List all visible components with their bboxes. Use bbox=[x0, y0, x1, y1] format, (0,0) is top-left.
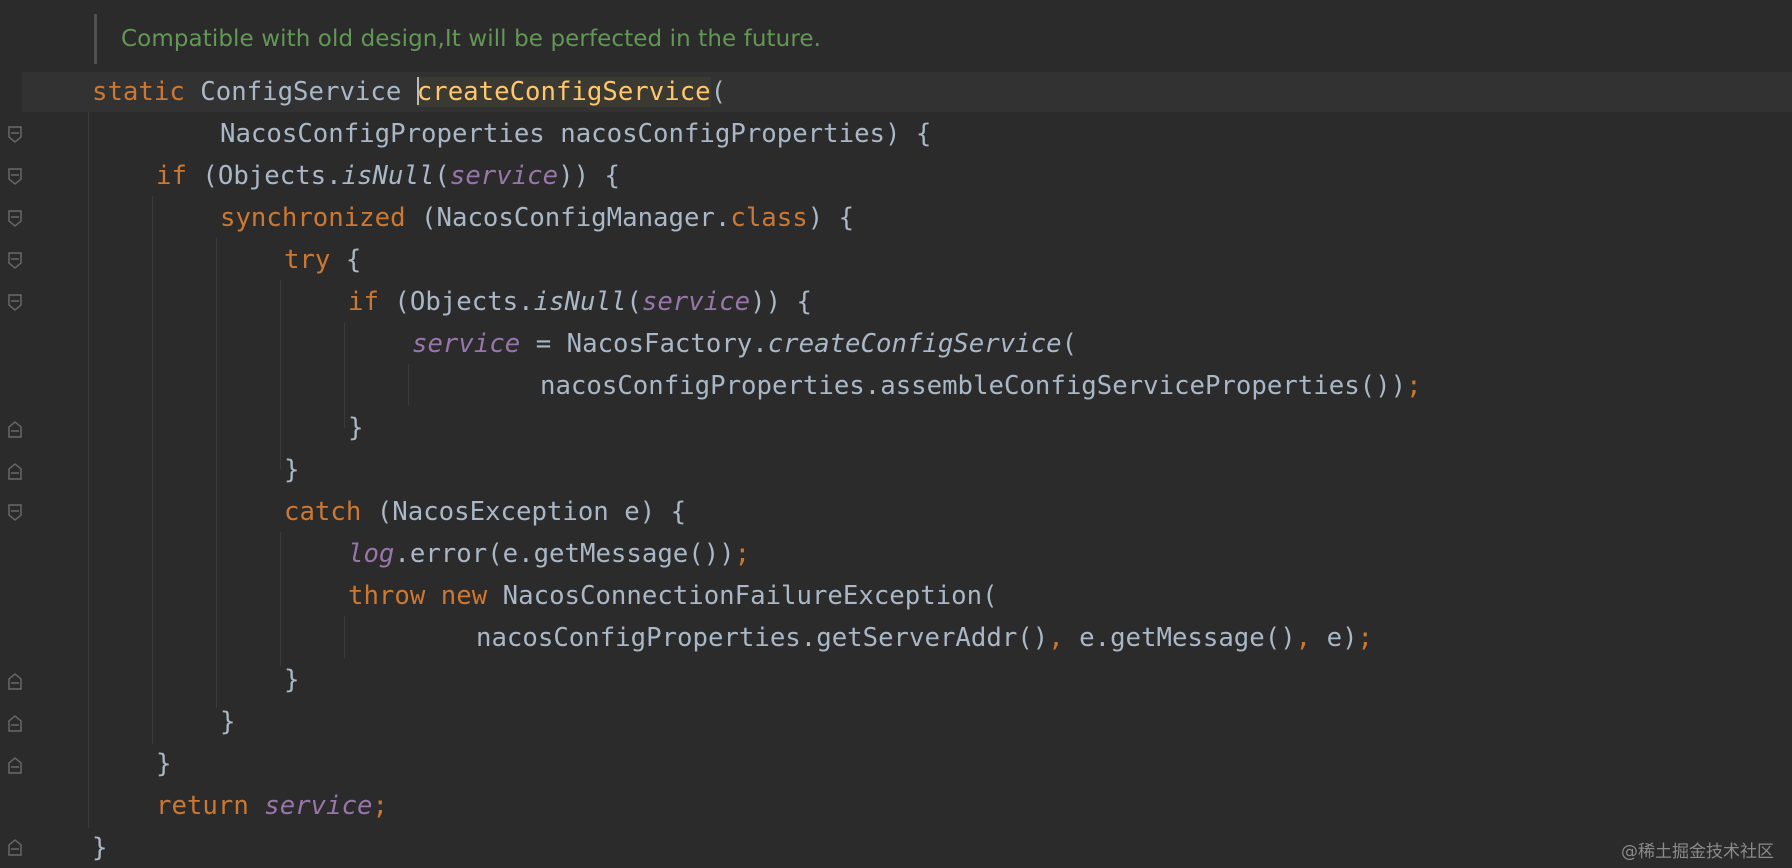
code-line[interactable]: } bbox=[156, 744, 171, 784]
fold-open-icon[interactable] bbox=[8, 210, 22, 228]
doc-comment: Compatible with old design,It will be pe… bbox=[94, 14, 821, 64]
code-line[interactable]: static ConfigService createConfigService… bbox=[92, 72, 726, 112]
code-line[interactable]: } bbox=[220, 702, 235, 742]
code-line[interactable]: if (Objects.isNull(service)) { bbox=[348, 282, 812, 322]
keyword: synchronized bbox=[220, 203, 406, 233]
code-text: ) { bbox=[807, 203, 855, 233]
code-text: nacosConfigProperties.getServerAddr() bbox=[476, 623, 1049, 653]
field-ref: service bbox=[641, 287, 751, 317]
code-text: (NacosException e) { bbox=[361, 497, 687, 527]
code-text: } bbox=[284, 455, 300, 485]
code-line[interactable]: try { bbox=[284, 240, 361, 280]
keyword: catch bbox=[284, 497, 362, 527]
code-line[interactable]: } bbox=[348, 408, 363, 448]
code-text: = NacosFactory. bbox=[520, 329, 768, 359]
semicolon: ; bbox=[1406, 371, 1422, 401]
watermark: @稀土掘金技术社区 bbox=[1621, 842, 1774, 862]
code-text: ( bbox=[1061, 329, 1078, 359]
keyword: throw bbox=[348, 581, 426, 611]
code-text: (NacosConfigManager. bbox=[405, 203, 731, 233]
code-text: ( bbox=[710, 77, 727, 107]
fold-open-icon[interactable] bbox=[8, 294, 22, 312]
static-method-call: createConfigService bbox=[767, 329, 1062, 359]
code-text: } bbox=[156, 749, 172, 779]
code-editor[interactable]: Compatible with old design,It will be pe… bbox=[0, 0, 1792, 868]
indent-guide bbox=[408, 364, 409, 406]
code-text: NacosConnectionFailureException( bbox=[487, 581, 998, 611]
code-text: ( bbox=[434, 161, 450, 191]
code-line[interactable]: NacosConfigProperties nacosConfigPropert… bbox=[220, 114, 931, 154]
code-text: { bbox=[330, 245, 362, 275]
semicolon: ; bbox=[1357, 623, 1374, 653]
code-line[interactable]: return service; bbox=[156, 786, 388, 826]
code-text: } bbox=[348, 413, 364, 443]
keyword: return bbox=[156, 791, 249, 821]
fold-open-icon[interactable] bbox=[8, 252, 22, 270]
fold-open-icon[interactable] bbox=[8, 168, 22, 186]
code-line[interactable]: nacosConfigProperties.assembleConfigServ… bbox=[540, 366, 1422, 406]
fold-close-icon[interactable] bbox=[8, 714, 22, 732]
fold-open-icon[interactable] bbox=[8, 126, 22, 144]
code-line[interactable]: } bbox=[284, 660, 299, 700]
comma: , bbox=[1295, 623, 1312, 653]
code-text: (Objects. bbox=[378, 287, 534, 317]
indent-guide bbox=[280, 280, 281, 470]
return-type: ConfigService bbox=[184, 77, 417, 107]
code-text: NacosConfigProperties nacosConfigPropert… bbox=[220, 119, 932, 149]
code-text: e) bbox=[1311, 623, 1358, 653]
text-caret bbox=[416, 76, 419, 105]
code-text: e.getMessage() bbox=[1063, 623, 1296, 653]
code-text: nacosConfigProperties.assembleConfigServ… bbox=[540, 371, 1407, 401]
static-method-call: isNull bbox=[533, 287, 627, 317]
indent-guide bbox=[344, 322, 345, 428]
keyword: if bbox=[156, 161, 187, 191]
keyword: if bbox=[348, 287, 379, 317]
static-method-call: isNull bbox=[341, 161, 435, 191]
fold-open-icon[interactable] bbox=[8, 504, 22, 522]
code-text: } bbox=[92, 833, 108, 863]
code-line[interactable]: catch (NacosException e) { bbox=[284, 492, 686, 532]
code-line[interactable]: synchronized (NacosConfigManager.class) … bbox=[220, 198, 854, 238]
fold-close-icon[interactable] bbox=[8, 756, 22, 774]
indent-guide bbox=[216, 238, 217, 708]
code-text: )) { bbox=[750, 287, 812, 317]
code-text: (Objects. bbox=[186, 161, 342, 191]
code-line[interactable]: } bbox=[92, 828, 107, 868]
fold-close-icon[interactable] bbox=[8, 838, 22, 856]
field-ref: service bbox=[449, 161, 559, 191]
code-line[interactable]: throw new NacosConnectionFailureExceptio… bbox=[348, 576, 998, 616]
indent-guide bbox=[88, 112, 89, 828]
fold-close-icon[interactable] bbox=[8, 672, 22, 690]
code-text: .error(e.getMessage()) bbox=[394, 539, 735, 569]
semicolon: ; bbox=[734, 539, 751, 569]
keyword: try bbox=[284, 245, 331, 275]
indent-guide bbox=[280, 532, 281, 666]
method-name: createConfigService bbox=[416, 77, 711, 107]
keyword: class bbox=[730, 203, 808, 233]
fold-close-icon[interactable] bbox=[8, 462, 22, 480]
code-line[interactable]: service = NacosFactory.createConfigServi… bbox=[412, 324, 1077, 364]
comma: , bbox=[1048, 623, 1064, 653]
code-text: ( bbox=[626, 287, 642, 317]
field-ref: log bbox=[348, 539, 395, 569]
indent-guide bbox=[152, 196, 153, 744]
code-line[interactable]: } bbox=[284, 450, 299, 490]
code-line[interactable]: log.error(e.getMessage()); bbox=[348, 534, 750, 574]
keyword: static bbox=[92, 77, 185, 107]
indent-guide bbox=[344, 616, 345, 658]
semicolon: ; bbox=[372, 791, 388, 821]
code-line[interactable]: if (Objects.isNull(service)) { bbox=[156, 156, 620, 196]
code-text: )) { bbox=[558, 161, 620, 191]
code-text: } bbox=[220, 707, 236, 737]
keyword: new bbox=[440, 581, 488, 611]
fold-close-icon[interactable] bbox=[8, 420, 22, 438]
field-ref: service bbox=[264, 791, 373, 821]
field-ref: service bbox=[412, 329, 521, 359]
code-line[interactable]: nacosConfigProperties.getServerAddr(), e… bbox=[476, 618, 1373, 658]
editor-gutter bbox=[0, 0, 40, 868]
code-text: } bbox=[284, 665, 300, 695]
